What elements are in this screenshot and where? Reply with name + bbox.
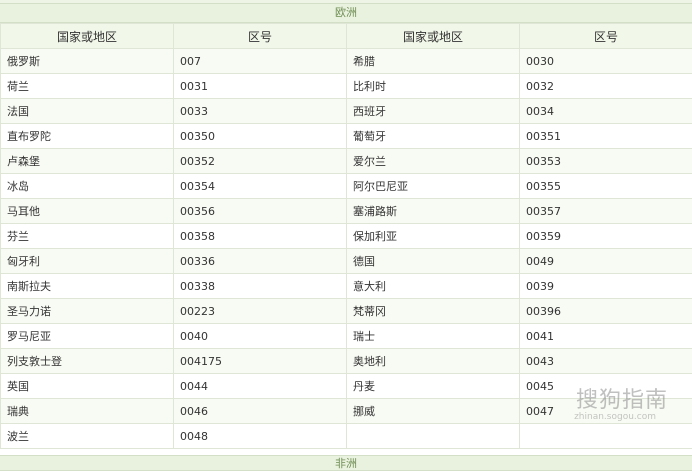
table-row: 直布罗陀00350葡萄牙00351 [1,124,692,149]
dial-code-cell: 0044 [174,374,347,399]
table-row: 俄罗斯007希腊0030 [1,49,692,74]
dial-code-cell: 0039 [520,274,692,299]
dial-code-cell: 00353 [520,149,692,174]
region-header-europe: 欧洲 [0,4,692,23]
dial-code-cell: 00358 [174,224,347,249]
table-header-row: 国家或地区 区号 国家或地区 区号 [1,24,692,49]
dial-code-cell: 00359 [520,224,692,249]
column-header-country: 国家或地区 [347,24,520,49]
table-row: 波兰0048 [1,424,692,449]
dial-code-cell: 00336 [174,249,347,274]
dial-code-cell: 00357 [520,199,692,224]
dial-code-cell: 007 [174,49,347,74]
country-name-cell: 爱尔兰 [347,149,520,174]
country-name-cell: 荷兰 [1,74,174,99]
table-row: 冰岛00354阿尔巴尼亚00355 [1,174,692,199]
dial-code-cell: 0034 [520,99,692,124]
dial-code-cell: 0033 [174,99,347,124]
country-name-cell: 芬兰 [1,224,174,249]
dial-code-cell: 00352 [174,149,347,174]
column-header-code: 区号 [520,24,692,49]
table-row: 罗马尼亚0040瑞士0041 [1,324,692,349]
country-name-cell: 波兰 [1,424,174,449]
country-name-cell: 保加利亚 [347,224,520,249]
dial-code-cell: 0030 [520,49,692,74]
dial-code-cell: 0048 [174,424,347,449]
country-name-cell: 塞浦路斯 [347,199,520,224]
dial-code-cell: 0046 [174,399,347,424]
country-name-cell: 俄罗斯 [1,49,174,74]
dial-code-cell: 0049 [520,249,692,274]
country-name-cell: 比利时 [347,74,520,99]
dial-code-cell: 00351 [520,124,692,149]
dial-code-cell [520,424,692,449]
country-name-cell: 列支敦士登 [1,349,174,374]
dial-code-cell: 00354 [174,174,347,199]
dial-code-cell: 00355 [520,174,692,199]
dial-code-cell: 0041 [520,324,692,349]
country-name-cell: 梵蒂冈 [347,299,520,324]
country-name-cell: 圣马力诺 [1,299,174,324]
country-name-cell: 英国 [1,374,174,399]
country-name-cell: 葡萄牙 [347,124,520,149]
dial-code-cell: 00396 [520,299,692,324]
dial-code-cell: 00223 [174,299,347,324]
column-header-code: 区号 [174,24,347,49]
sogou-watermark-url: zhinan.sogou.com [574,412,656,422]
country-name-cell: 直布罗陀 [1,124,174,149]
country-name-cell: 西班牙 [347,99,520,124]
dial-code-cell: 0032 [520,74,692,99]
country-name-cell: 意大利 [347,274,520,299]
country-name-cell: 匈牙利 [1,249,174,274]
dial-code-cell: 00356 [174,199,347,224]
table-row: 匈牙利00336德国0049 [1,249,692,274]
table-row: 芬兰00358保加利亚00359 [1,224,692,249]
country-name-cell: 瑞典 [1,399,174,424]
dial-code-cell: 0031 [174,74,347,99]
country-name-cell: 法国 [1,99,174,124]
country-name-cell: 奥地利 [347,349,520,374]
country-name-cell [347,424,520,449]
country-name-cell: 阿尔巴尼亚 [347,174,520,199]
country-name-cell: 罗马尼亚 [1,324,174,349]
country-name-cell: 德国 [347,249,520,274]
country-name-cell: 丹麦 [347,374,520,399]
region-header-africa: 非洲 [0,455,692,471]
dial-code-cell: 0040 [174,324,347,349]
country-name-cell: 马耳他 [1,199,174,224]
dial-code-cell: 0043 [520,349,692,374]
country-name-cell: 南斯拉夫 [1,274,174,299]
country-name-cell: 希腊 [347,49,520,74]
table-row: 卢森堡00352爱尔兰00353 [1,149,692,174]
table-row: 列支敦士登004175奥地利0043 [1,349,692,374]
table-row: 马耳他00356塞浦路斯00357 [1,199,692,224]
country-name-cell: 卢森堡 [1,149,174,174]
table-row: 圣马力诺00223梵蒂冈00396 [1,299,692,324]
dial-code-cell: 00350 [174,124,347,149]
table-row: 南斯拉夫00338意大利0039 [1,274,692,299]
country-name-cell: 瑞士 [347,324,520,349]
country-name-cell: 挪威 [347,399,520,424]
column-header-country: 国家或地区 [1,24,174,49]
table-row: 法国0033西班牙0034 [1,99,692,124]
dial-code-cell: 00338 [174,274,347,299]
table-row: 荷兰0031比利时0032 [1,74,692,99]
country-name-cell: 冰岛 [1,174,174,199]
dial-code-cell: 004175 [174,349,347,374]
sogou-watermark: 搜狗指南 [576,382,668,414]
